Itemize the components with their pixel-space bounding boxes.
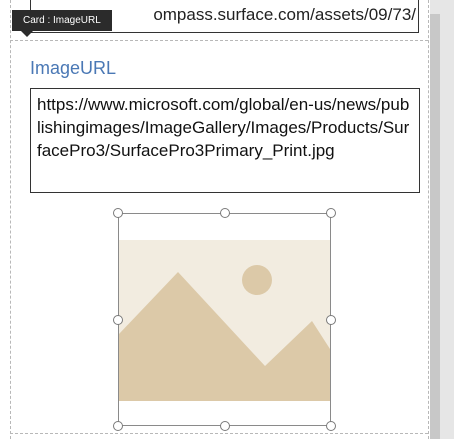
image-placeholder-icon — [119, 240, 330, 401]
resize-handle-middle-right[interactable] — [326, 315, 336, 325]
resize-handle-bottom-right[interactable] — [326, 421, 336, 431]
previous-url-text: ompass.surface.com/assets/09/73/ — [153, 5, 416, 24]
resize-handle-middle-left[interactable] — [113, 315, 123, 325]
resize-handle-bottom-center[interactable] — [220, 421, 230, 431]
scrollbar-thumb[interactable] — [430, 14, 440, 439]
form-left-border — [10, 0, 11, 439]
imageurl-input[interactable]: https://www.microsoft.com/global/en-us/n… — [30, 88, 420, 193]
imageurl-label: ImageURL — [30, 58, 117, 78]
card-tooltip: Card : ImageURL — [12, 10, 112, 31]
card-separator-bottom — [10, 433, 428, 434]
resize-handle-top-left[interactable] — [113, 208, 123, 218]
image-control[interactable] — [118, 213, 331, 426]
tooltip-arrow — [21, 31, 33, 37]
resize-handle-top-right[interactable] — [326, 208, 336, 218]
resize-handle-top-center[interactable] — [220, 208, 230, 218]
card-separator-top — [10, 40, 428, 41]
resize-handle-bottom-left[interactable] — [113, 421, 123, 431]
form-right-border — [428, 0, 429, 439]
